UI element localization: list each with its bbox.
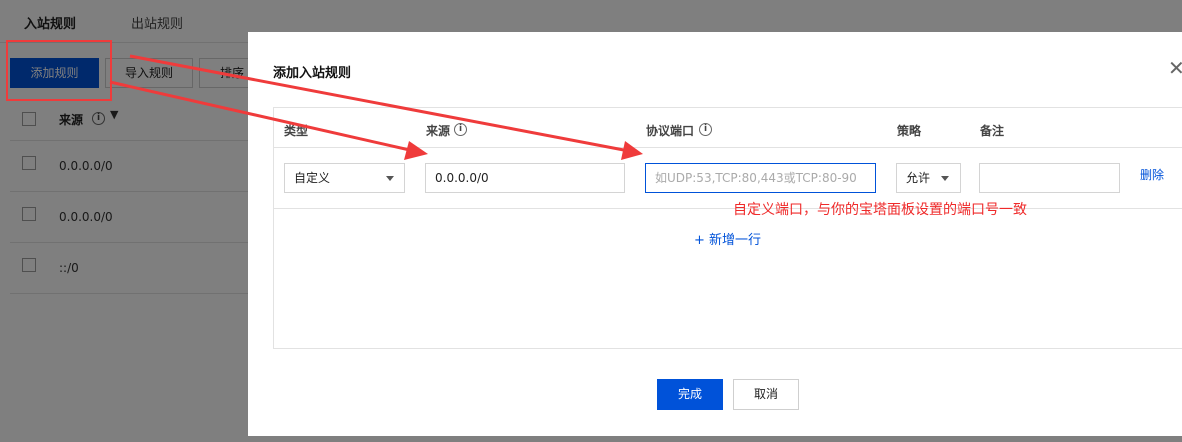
arrow-head <box>404 141 428 160</box>
arrow-head <box>621 141 643 160</box>
screen: 入站规则 出站规则 添加规则 导入规则 排序 来源 i ▼ 0.0.0.0/0 … <box>0 0 1182 442</box>
annotation-arrows <box>109 54 643 160</box>
arrow-to-source <box>109 80 415 153</box>
annotation-text: 自定义端口，与你的宝塔面板设置的端口号一致 <box>733 202 1027 218</box>
